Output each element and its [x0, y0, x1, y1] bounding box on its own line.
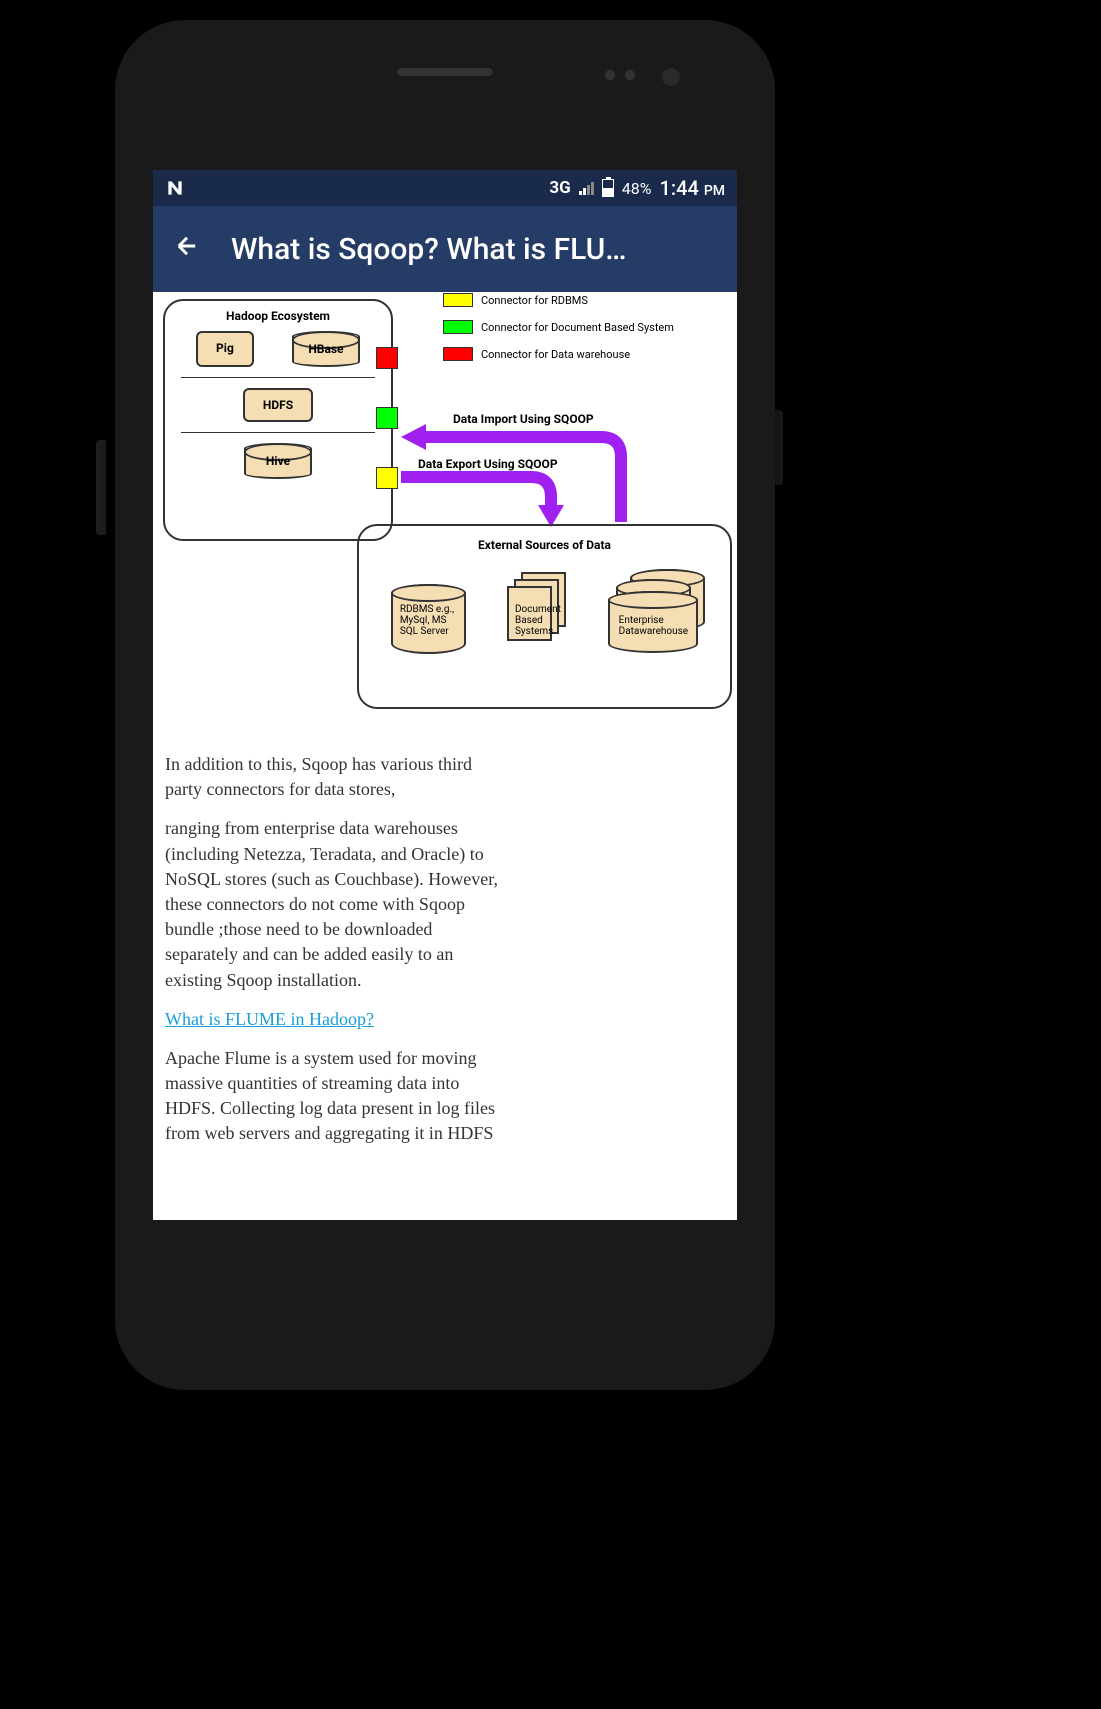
connector-green	[376, 407, 398, 429]
volume-button	[96, 440, 106, 535]
legend-dw: Connector for Data warehouse	[443, 347, 630, 361]
hive-cylinder: Hive	[244, 443, 312, 479]
back-arrow-icon[interactable]	[173, 230, 201, 268]
connector-yellow	[376, 467, 398, 489]
network-label: 3G	[549, 178, 570, 198]
paragraph: Apache Flume is a system used for moving…	[165, 1046, 505, 1147]
battery-icon	[602, 179, 614, 197]
status-bar: 3G 48% 1:44 PM	[153, 170, 737, 206]
rdbms-item: RDBMS e.g., MySql, MS SQL Server	[391, 584, 466, 637]
hadoop-title: Hadoop Ecosystem	[173, 309, 383, 323]
legend-label: Connector for Document Based System	[481, 321, 674, 334]
docsys-item: Document Based Systems	[507, 572, 567, 637]
external-title: External Sources of Data	[371, 538, 718, 552]
signal-icon	[579, 181, 594, 195]
connector-red	[376, 347, 398, 369]
legend-rdbms: Connector for RDBMS	[443, 293, 588, 307]
legend-label: Connector for Data warehouse	[481, 348, 630, 361]
content-scroll[interactable]: Connector for RDBMS Connector for Docume…	[153, 292, 737, 1220]
dw-item: Enterprise Datawarehouse	[608, 577, 698, 637]
hbase-cylinder: HBase	[292, 331, 360, 367]
sqoop-diagram: Connector for RDBMS Connector for Docume…	[153, 292, 737, 722]
sensor-dot	[625, 70, 635, 80]
paragraph: ranging from enterprise data warehouses …	[165, 816, 505, 992]
article-body: In addition to this, Sqoop has various t…	[153, 752, 737, 1147]
front-camera	[662, 68, 680, 86]
legend-color-green	[443, 320, 473, 334]
page-title: What is Sqoop? What is FLU…	[231, 232, 627, 267]
clock-time: 1:44	[659, 176, 698, 200]
app-bar: What is Sqoop? What is FLU…	[153, 206, 737, 292]
screen: 3G 48% 1:44 PM What is Sqoop? What is FL…	[153, 170, 737, 1220]
flume-link[interactable]: What is FLUME in Hadoop?	[165, 1009, 374, 1029]
pig-box: Pig	[196, 331, 254, 367]
legend-color-yellow	[443, 293, 473, 307]
legend-doc: Connector for Document Based System	[443, 320, 674, 334]
hadoop-ecosystem-box: Hadoop Ecosystem Pig HBase HDFS Hive	[163, 299, 393, 541]
android-n-icon	[165, 178, 185, 198]
battery-percent: 48%	[622, 179, 652, 198]
speaker	[398, 68, 493, 76]
paragraph: In addition to this, Sqoop has various t…	[165, 752, 505, 802]
phone-frame: 3G 48% 1:44 PM What is Sqoop? What is FL…	[115, 20, 775, 1390]
legend-color-red	[443, 347, 473, 361]
sensor-dot	[605, 70, 615, 80]
legend-label: Connector for RDBMS	[481, 294, 588, 307]
hdfs-box: HDFS	[243, 388, 313, 422]
clock-suffix: PM	[704, 183, 725, 199]
external-sources-box: External Sources of Data RDBMS e.g., MyS…	[357, 524, 732, 709]
